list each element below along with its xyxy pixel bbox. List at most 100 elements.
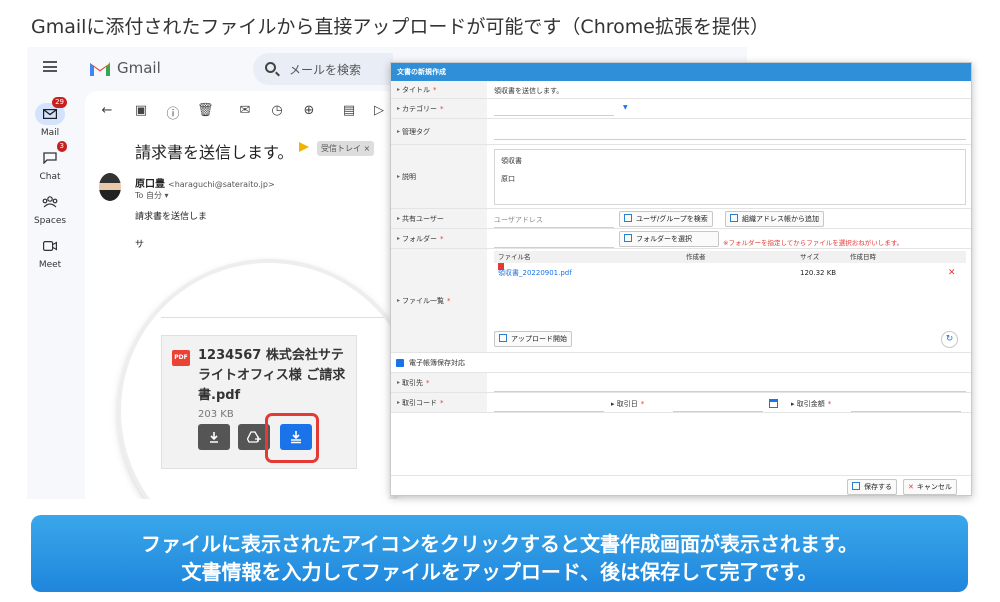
- message-subject: 請求書を送信します。: [135, 143, 294, 162]
- title-input[interactable]: 領収書を送信します。: [494, 86, 563, 96]
- recipient-line[interactable]: To 自分 ▾: [135, 190, 169, 201]
- archive-icon[interactable]: ▣: [133, 103, 149, 118]
- upload-start-button[interactable]: アップロード開始: [494, 331, 572, 347]
- description-line-2: 原口: [501, 175, 515, 183]
- user-group-search-button[interactable]: ユーザ/グループを検索: [619, 211, 713, 227]
- message-body-text: 請求書を送信しま: [135, 212, 208, 222]
- sender-name: 原口豊: [135, 179, 165, 190]
- highlight-ring: [265, 413, 319, 463]
- user-address-input[interactable]: ユーザアドレス: [494, 215, 543, 225]
- download-button[interactable]: [198, 424, 230, 450]
- search-user-icon: [624, 214, 632, 222]
- table-row[interactable]: 領収書_20220901.pdf 120.32 KB ✕: [494, 263, 966, 283]
- rail-label-spaces: Spaces: [33, 216, 67, 226]
- row-description: 説明 領収書 原口: [391, 145, 971, 209]
- label-trade-date: ▸ 取引日 *: [611, 400, 645, 408]
- trade-code-input[interactable]: [494, 411, 604, 412]
- address-book-icon: [730, 214, 738, 222]
- chat-badge: 3: [56, 141, 67, 152]
- divider: [161, 317, 391, 318]
- row-title: タイトル* 領収書を送信します。: [391, 81, 971, 99]
- snooze-icon[interactable]: ◷: [269, 103, 285, 118]
- folder-hint-text: ※フォルダーを指定してからファイルを選択おねがいします。: [723, 239, 904, 247]
- rail-label-chat: Chat: [39, 172, 61, 182]
- dialog-footer: 保存する ✕ キャンセル: [391, 475, 971, 495]
- menu-icon[interactable]: [43, 61, 57, 72]
- delete-icon[interactable]: 🗑: [197, 103, 214, 118]
- rail-item-mail[interactable]: 29 Mail: [27, 97, 73, 138]
- download-icon: [210, 432, 218, 443]
- col-created: 作成日時: [850, 253, 876, 261]
- label-folder: フォルダー*: [391, 229, 487, 248]
- attachment-card[interactable]: PDF 1234567 株式会社サテライトオフィス様 ご請求書.pdf 203 …: [161, 335, 357, 469]
- row-partner: 取引先*: [391, 373, 971, 393]
- label-category: カテゴリー*: [391, 99, 487, 118]
- file-table: ファイル名 作成者 サイズ 作成日時 領収書_20220901.pdf 120.…: [494, 251, 966, 283]
- trade-amount-input[interactable]: [851, 411, 961, 412]
- report-spam-icon[interactable]: ⓘ: [165, 103, 181, 122]
- category-dropdown-icon[interactable]: ▼: [623, 104, 628, 111]
- label-trade-code: 取引コード*: [391, 393, 487, 412]
- folder-select-button[interactable]: フォルダーを選択: [619, 231, 719, 247]
- partner-input[interactable]: [494, 391, 966, 392]
- file-size: 120.32 KB: [800, 269, 837, 277]
- search-box[interactable]: メールを検索: [253, 53, 393, 85]
- sender-avatar: [99, 173, 121, 201]
- rail-label-meet: Meet: [38, 260, 62, 270]
- back-arrow-icon[interactable]: ←: [99, 103, 115, 118]
- pdf-icon: PDF: [172, 350, 190, 366]
- meet-icon: [35, 235, 65, 257]
- trade-date-input[interactable]: [673, 411, 763, 412]
- document-dialog: 文書の新規作成 タイトル* 領収書を送信します。 カテゴリー* ▼ 管理タグ 説…: [390, 62, 972, 496]
- row-shared-users: 共有ユーザー ユーザアドレス ユーザ/グループを検索 組織アドレス帳から追加: [391, 209, 971, 229]
- label-partner: 取引先*: [391, 373, 487, 392]
- e-book-checkbox[interactable]: [396, 359, 404, 367]
- rail-item-spaces[interactable]: Spaces: [27, 191, 73, 226]
- sender-line: 原口豊 <haraguchi@sateraito.jp>: [135, 175, 275, 190]
- attachment-size: 203 KB: [198, 409, 234, 420]
- rail-item-meet[interactable]: Meet: [27, 235, 73, 270]
- chat-icon: 3: [35, 141, 67, 169]
- sender-email: <haraguchi@sateraito.jp>: [168, 180, 275, 189]
- file-name[interactable]: 領収書_20220901.pdf: [498, 263, 572, 283]
- mail-badge: 29: [52, 97, 67, 108]
- label-icon[interactable]: ▷: [371, 103, 387, 118]
- tags-input[interactable]: [494, 139, 966, 140]
- label-shared-users: 共有ユーザー: [391, 209, 487, 228]
- label-file-list: ファイル一覧*: [391, 249, 487, 352]
- cancel-icon: ✕: [908, 483, 914, 491]
- mail-icon: 29: [35, 97, 67, 125]
- gmail-logo-text: Gmail: [117, 59, 161, 77]
- remove-file-icon[interactable]: ✕: [948, 263, 956, 283]
- attachment-name: 1234567 株式会社サテライトオフィス様 ご請求書.pdf: [198, 348, 346, 403]
- mark-unread-icon[interactable]: ✉: [237, 103, 253, 118]
- org-address-book-button[interactable]: 組織アドレス帳から追加: [725, 211, 824, 227]
- row-tags: 管理タグ: [391, 119, 971, 145]
- banner-line-1: ファイルに表示されたアイコンをクリックすると文書作成画面が表示されます。: [141, 532, 858, 556]
- save-button[interactable]: 保存する: [847, 479, 897, 495]
- row-e-book: 電子帳簿保存対応: [391, 353, 971, 373]
- calendar-icon[interactable]: [769, 399, 778, 408]
- file-table-header: ファイル名 作成者 サイズ 作成日時: [494, 251, 966, 263]
- inbox-label-chip[interactable]: 受信トレイ ×: [317, 141, 375, 156]
- description-textarea[interactable]: 領収書 原口: [494, 149, 966, 205]
- cancel-button[interactable]: ✕ キャンセル: [903, 479, 957, 495]
- search-icon[interactable]: [265, 62, 276, 73]
- message-body-text-2: サ: [135, 240, 145, 250]
- refresh-icon[interactable]: ↻: [941, 331, 958, 348]
- page-heading: Gmailに添付されたファイルから直接アップロードが可能です（Chrome拡張を…: [31, 16, 769, 38]
- banner-line-2: 文書情報を入力してファイルをアップロード、後は保存して完了です。: [181, 560, 818, 584]
- category-select[interactable]: [494, 115, 614, 116]
- add-task-icon[interactable]: ⊕: [301, 103, 317, 118]
- rail-item-chat[interactable]: 3 Chat: [27, 141, 73, 182]
- folder-input[interactable]: [494, 247, 614, 248]
- user-address-underline: [494, 227, 614, 228]
- gmail-logo[interactable]: Gmail: [89, 59, 161, 77]
- spaces-icon: [35, 191, 65, 213]
- save-icon: [852, 482, 860, 490]
- importance-marker-icon[interactable]: [299, 142, 309, 152]
- col-file-name: ファイル名: [498, 253, 531, 261]
- row-file-list: ファイル一覧* ファイル名 作成者 サイズ 作成日時 領収書_20220901.…: [391, 249, 971, 353]
- col-size: サイズ: [800, 253, 820, 261]
- move-to-icon[interactable]: ▤: [341, 103, 357, 118]
